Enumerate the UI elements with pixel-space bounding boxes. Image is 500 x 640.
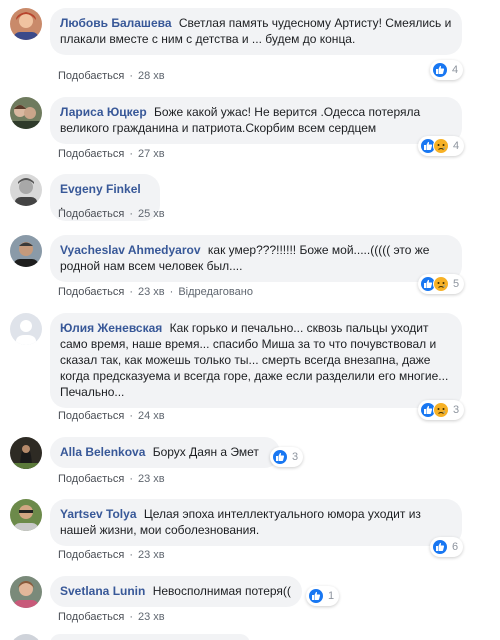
comment-actions: Подобається · 23 хв · Відредаговано <box>58 286 253 298</box>
comment-actions: Подобається · 23 хв <box>58 611 165 623</box>
reactions-badge[interactable]: 3 <box>270 447 304 467</box>
like-link[interactable]: Подобається <box>58 148 124 160</box>
author-name[interactable]: Лариса Юцкер <box>60 105 147 119</box>
like-icon <box>308 588 324 604</box>
comment-time[interactable]: 28 хв <box>138 70 165 82</box>
like-link[interactable]: Подобається <box>58 410 124 422</box>
dot-separator: · <box>129 473 133 485</box>
like-icon <box>432 62 448 78</box>
comment-time[interactable]: 23 хв <box>138 611 165 623</box>
avatar[interactable] <box>10 235 42 267</box>
author-name[interactable]: Vyacheslav Ahmedyarov <box>60 243 201 257</box>
comment-actions: Подобається · 28 хв <box>58 70 165 82</box>
comment-time[interactable]: 23 хв <box>138 549 165 561</box>
comment-actions: Подобається · 27 хв <box>58 148 165 160</box>
like-link[interactable]: Подобається <box>58 549 124 561</box>
comment-time[interactable]: 27 хв <box>138 148 165 160</box>
like-icon <box>432 539 448 555</box>
dot-separator: · <box>129 549 133 561</box>
comment-bubble <box>50 634 250 640</box>
author-name[interactable]: Evgeny Finkel <box>60 182 141 196</box>
author-name[interactable]: Любовь Балашева <box>60 16 172 30</box>
comment-text: Борух Даян а Эмет <box>152 445 259 459</box>
comment-time[interactable]: 23 хв <box>138 286 165 298</box>
sad-icon <box>433 402 449 418</box>
sad-icon <box>433 138 449 154</box>
reaction-count: 3 <box>292 451 299 463</box>
avatar[interactable] <box>10 499 42 531</box>
avatar[interactable] <box>10 174 42 206</box>
reaction-count: 1 <box>328 590 335 602</box>
like-icon <box>272 449 288 465</box>
dot-separator: · <box>129 148 133 160</box>
dot-separator: · <box>169 286 174 298</box>
comment-bubble: Svetlana Lunin Невосполнимая потеря(( <box>50 576 302 607</box>
like-link[interactable]: Подобається <box>58 286 124 298</box>
comment-bubble: Любовь Балашева Светлая память чудесному… <box>50 8 462 55</box>
reaction-count: 6 <box>452 541 459 553</box>
comment-time[interactable]: 24 хв <box>138 410 165 422</box>
reaction-count: 3 <box>453 404 460 416</box>
dot-separator: · <box>129 70 133 82</box>
avatar[interactable] <box>10 576 42 608</box>
comment-actions: Подобається · 23 хв <box>58 549 165 561</box>
comment-actions: Подобається · 25 хв <box>58 208 165 220</box>
reactions-badge[interactable]: 6 <box>430 537 464 557</box>
avatar[interactable] <box>10 437 42 469</box>
like-link[interactable]: Подобається <box>58 611 124 623</box>
reactions-badge[interactable]: 1 <box>306 586 340 606</box>
avatar[interactable] <box>10 97 42 129</box>
dot-separator: · <box>129 286 133 298</box>
reaction-count: 4 <box>453 140 460 152</box>
reaction-count: 4 <box>452 64 459 76</box>
avatar[interactable] <box>10 634 42 640</box>
reactions-badge[interactable]: 4 <box>430 60 464 80</box>
comment-bubble: Alla Belenkova Борух Даян а Эмет <box>50 437 280 468</box>
dot-separator: · <box>129 410 133 422</box>
like-link[interactable]: Подобається <box>58 208 124 220</box>
reaction-count: 5 <box>453 278 460 290</box>
avatar[interactable] <box>10 8 42 40</box>
avatar[interactable] <box>10 313 42 345</box>
author-name[interactable]: Alla Belenkova <box>60 445 145 459</box>
reactions-badge[interactable]: 3 <box>418 400 465 420</box>
comment-bubble: Yartsev Tolya Целая эпоха интеллектуальн… <box>50 499 462 546</box>
like-link[interactable]: Подобається <box>58 70 124 82</box>
comment-actions: Подобається · 23 хв <box>58 473 165 485</box>
reactions-badge[interactable]: 4 <box>418 136 465 156</box>
dot-separator: · <box>129 611 133 623</box>
sad-icon <box>433 276 449 292</box>
comment-bubble: Юлия Женевская Как горько и печально... … <box>50 313 462 408</box>
edited-label[interactable]: Відредаговано <box>178 286 253 298</box>
comment-time[interactable]: 25 хв <box>138 208 165 220</box>
author-name[interactable]: Юлия Женевская <box>60 321 162 335</box>
reactions-badge[interactable]: 5 <box>418 274 465 294</box>
comment-actions: Подобається · 24 хв <box>58 410 165 422</box>
comment-text: Невосполнимая потеря(( <box>152 584 291 598</box>
author-name[interactable]: Yartsev Tolya <box>60 507 137 521</box>
comment-bubble: Vyacheslav Ahmedyarov как умер???!!!!!! … <box>50 235 462 282</box>
comment-time[interactable]: 23 хв <box>138 473 165 485</box>
author-name[interactable]: Svetlana Lunin <box>60 584 145 598</box>
dot-separator: · <box>129 208 133 220</box>
comment-bubble: Лариса Юцкер Боже какой ужас! Не верится… <box>50 97 462 144</box>
like-link[interactable]: Подобається <box>58 473 124 485</box>
